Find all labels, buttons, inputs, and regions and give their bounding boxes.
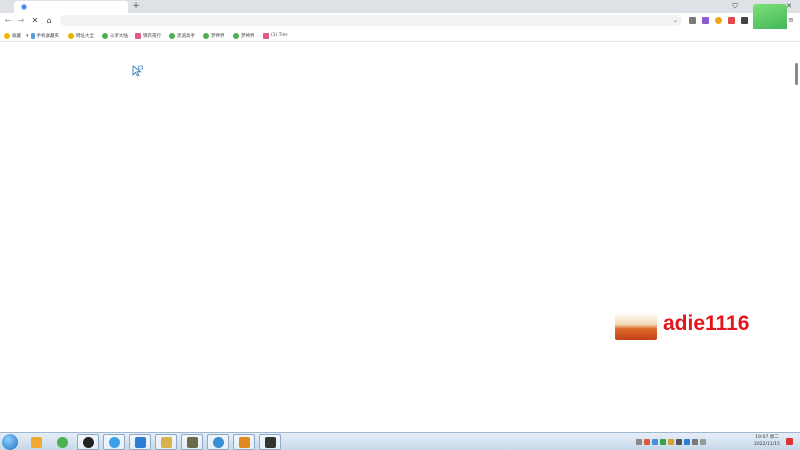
watermark-text: adie1116 (663, 312, 750, 335)
cursor-icon (132, 65, 143, 77)
tab-bar: + ⛉ – ✕ (0, 0, 800, 13)
globe-icon (212, 436, 224, 448)
apps-grid-icon[interactable] (741, 17, 748, 24)
clock-time: 19:07 周二 (755, 435, 779, 440)
taskbar-app-bird[interactable] (129, 434, 151, 450)
taskbar-app-character[interactable] (181, 434, 203, 450)
notification-icon[interactable] (786, 438, 793, 445)
new-tab-button[interactable]: + (131, 1, 141, 11)
home-button[interactable]: ⌂ (44, 16, 54, 26)
star-icon (4, 32, 10, 39)
tray-app-icon[interactable] (652, 439, 658, 445)
globe-icon (102, 32, 108, 39)
taskbar-app-360[interactable] (51, 434, 73, 450)
tray-app-icon[interactable] (676, 439, 682, 445)
address-dropdown-icon[interactable]: ⌄ (673, 15, 678, 26)
tab-favicon-icon (21, 4, 27, 10)
taskbar-app-browser[interactable] (103, 434, 125, 450)
bookmark-item-5[interactable]: 黑道高手 (169, 32, 195, 39)
speaker-icon[interactable] (692, 439, 698, 445)
taskbar-app-globe[interactable] (207, 434, 229, 450)
network-icon[interactable] (684, 439, 690, 445)
terminal-icon (264, 436, 276, 448)
pin-icon[interactable]: ⛉ (729, 1, 741, 11)
taskbar-app-obs[interactable] (77, 434, 99, 450)
tray-app-icon[interactable] (660, 439, 666, 445)
bookmark-item-2[interactable]: 网址大全 (68, 32, 94, 39)
scrollbar-thumb[interactable] (795, 63, 798, 85)
taskbar-app-game[interactable] (155, 434, 177, 450)
bird-icon (134, 436, 146, 448)
address-bar[interactable]: ⌄ (60, 15, 682, 26)
cut-icon[interactable] (689, 17, 696, 24)
language-icon[interactable] (636, 439, 642, 445)
navigation-bar: ← → ✕ ⌂ ⌄ (0, 13, 800, 29)
game-controller-icon[interactable] (728, 17, 735, 24)
bookmark-item-1[interactable]: ▾ 手机收藏夹 (26, 32, 59, 39)
stop-button[interactable]: ✕ (30, 16, 40, 26)
square-icon (135, 32, 141, 39)
extension-orange-icon[interactable] (715, 17, 722, 24)
bookmark-item-4[interactable]: 锦衣夜行 (135, 32, 161, 39)
flag-icon[interactable] (700, 439, 706, 445)
clock-date: 2022/11/15 (754, 442, 780, 447)
game-icon (160, 436, 172, 448)
crab-image (615, 312, 657, 340)
tray-app-icon[interactable] (644, 439, 650, 445)
taskbar-app-terminal[interactable] (259, 434, 281, 450)
browser-icon (108, 436, 120, 448)
bookmark-item-3[interactable]: 斗罗大陆 (102, 32, 128, 39)
bookmark-item-7[interactable]: 梦神界 (233, 32, 255, 39)
record-icon (82, 436, 94, 448)
browser-tab[interactable] (14, 1, 128, 13)
shield-icon (56, 436, 68, 448)
forward-button[interactable]: → (16, 16, 26, 26)
system-tray (636, 437, 706, 447)
menu-icon[interactable]: ≡ (788, 16, 794, 24)
note-icon (238, 436, 250, 448)
ie-icon (68, 32, 74, 39)
bookmark-item-0[interactable]: 收藏 (4, 32, 21, 39)
extension-purple-icon[interactable] (702, 17, 709, 24)
tray-app-icon[interactable] (668, 439, 674, 445)
back-button[interactable]: ← (3, 16, 13, 26)
bookmark-item-8[interactable]: (1) Tim- (263, 32, 289, 39)
globe-icon (203, 32, 209, 39)
page-content (0, 42, 794, 432)
bookmarks-bar: 收藏 ▾ 手机收藏夹 网址大全 斗罗大陆 锦衣夜行 黑道高手 梦神界 梦神界 (… (0, 29, 800, 42)
clock[interactable]: 19:07 周二 2022/11/15 (752, 434, 782, 448)
globe-icon (233, 32, 239, 39)
square-icon (263, 32, 269, 39)
globe-icon (169, 32, 175, 39)
folder-icon (30, 436, 42, 448)
taskbar-app-note[interactable] (233, 434, 255, 450)
character-icon (186, 436, 198, 448)
taskbar: 19:07 周二 2022/11/15 (0, 432, 800, 450)
bookmark-item-6[interactable]: 梦神界 (203, 32, 225, 39)
phone-icon (30, 32, 35, 39)
chevron-down-icon: ▾ (26, 32, 29, 39)
start-button[interactable] (2, 434, 18, 450)
taskbar-app-folder[interactable] (25, 434, 47, 450)
